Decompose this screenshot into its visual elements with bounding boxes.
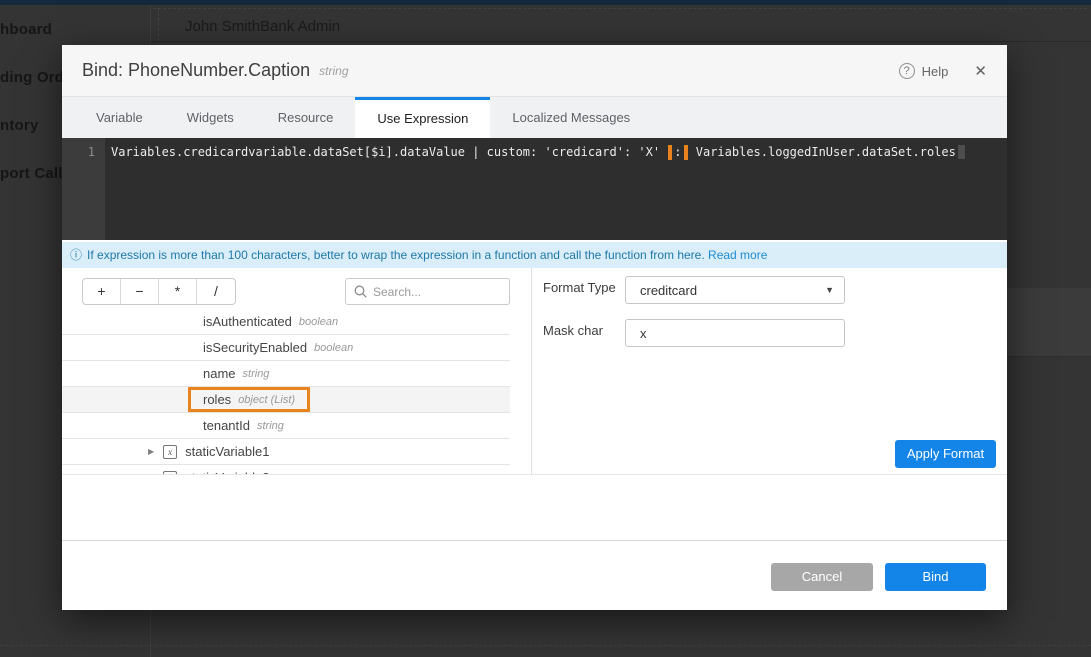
dialog-footer: Cancel Bind — [62, 541, 1007, 610]
app-top-bar — [0, 0, 1091, 5]
apply-format-button[interactable]: Apply Format — [895, 440, 996, 468]
cancel-button[interactable]: Cancel — [771, 563, 873, 591]
multiply-operator-button[interactable]: * — [159, 279, 197, 304]
tab-localized-messages[interactable]: Localized Messages — [490, 97, 652, 138]
panel-divider — [531, 268, 532, 474]
search-icon — [354, 285, 367, 298]
operator-button-group: + − * / — [82, 278, 236, 305]
info-icon: ⓘ — [70, 248, 82, 262]
mask-char-input[interactable]: x — [625, 319, 845, 347]
minus-operator-button[interactable]: − — [121, 279, 159, 304]
tree-item-staticVariable1[interactable]: ▶ x staticVariable1 — [62, 439, 510, 465]
tab-variable[interactable]: Variable — [74, 97, 165, 138]
tree-item-type: string — [257, 420, 284, 432]
tree-item-name[interactable]: name string — [62, 361, 510, 387]
expand-arrow-icon[interactable]: ▶ — [148, 473, 154, 475]
tree-item-staticVariable2[interactable]: ▶ x staticVariable2 — [62, 465, 510, 475]
static-variable-icon: x — [163, 445, 177, 459]
tree-item-isAuthenticated[interactable]: isAuthenticated boolean — [62, 309, 510, 335]
plus-operator-button[interactable]: + — [83, 279, 121, 304]
bind-dialog: Bind: PhoneNumber.Caption string ? Help … — [62, 45, 1007, 610]
tree-item-name: isSecurityEnabled — [203, 340, 307, 355]
header-row-divider — [151, 41, 1091, 42]
divide-operator-button[interactable]: / — [197, 279, 235, 304]
tree-item-name: isAuthenticated — [203, 314, 292, 329]
dialog-tabs: Variable Widgets Resource Use Expression… — [62, 97, 1007, 138]
dialog-title-type: string — [319, 64, 348, 78]
mask-char-value: x — [640, 326, 647, 341]
tree-item-name: roles — [203, 392, 231, 407]
sidebar-item-dashboard[interactable]: hboard — [0, 21, 52, 38]
tree-item-tenantId[interactable]: tenantId string — [62, 413, 510, 439]
dialog-content: + − * / Search... isAuthenticated boolea… — [62, 268, 1007, 475]
format-type-label: Format Type — [543, 280, 616, 295]
expand-arrow-icon[interactable]: ▶ — [148, 447, 154, 456]
dialog-title: Bind: PhoneNumber.Caption — [82, 60, 310, 81]
tree-item-name: tenantId — [203, 418, 250, 433]
close-icon[interactable]: ✕ — [974, 62, 987, 80]
tree-item-name: staticVariable1 — [185, 444, 269, 459]
sidebar-item-support-calls[interactable]: port Calls — [0, 165, 71, 182]
mask-char-label: Mask char — [543, 323, 603, 338]
static-variable-icon: x — [163, 471, 177, 476]
format-type-value: creditcard — [640, 283, 697, 298]
expression-editor[interactable]: 1 Variables.credicardvariable.dataSet[$i… — [62, 138, 1007, 240]
tree-item-name: name — [203, 366, 236, 381]
canvas-dashed-border — [0, 645, 1091, 646]
expression-info-bar: ⓘ If expression is more than 100 characte… — [62, 242, 1007, 268]
tree-item-type: boolean — [314, 342, 353, 354]
editor-line-number: 1 — [62, 145, 95, 159]
tree-item-name: staticVariable2 — [185, 470, 269, 475]
tab-resource[interactable]: Resource — [256, 97, 356, 138]
bind-button[interactable]: Bind — [885, 563, 986, 591]
variable-tree: isAuthenticated boolean isSecurityEnable… — [62, 309, 510, 475]
chevron-down-icon: ▼ — [825, 285, 834, 295]
format-type-select[interactable]: creditcard ▼ — [625, 276, 845, 304]
tab-widgets[interactable]: Widgets — [165, 97, 256, 138]
dialog-lower-strip — [62, 475, 1007, 541]
help-icon[interactable]: ? — [899, 63, 915, 79]
canvas-dashed-border — [153, 8, 1087, 9]
info-text: If expression is more than 100 character… — [87, 248, 705, 262]
tree-item-type: object (List) — [238, 394, 295, 406]
read-more-link[interactable]: Read more — [708, 248, 767, 262]
sidebar-item-inventory[interactable]: ntory — [0, 117, 39, 134]
text-cursor — [958, 145, 965, 159]
tab-use-expression[interactable]: Use Expression — [355, 97, 490, 138]
tree-item-type: string — [243, 368, 270, 380]
expression-code[interactable]: Variables.credicardvariable.dataSet[$i].… — [111, 145, 1003, 160]
roles-highlight-box: roles object (List) — [188, 387, 310, 412]
tree-item-roles[interactable]: roles object (List) — [62, 387, 510, 413]
logged-in-user-label: John SmithBank Admin — [185, 18, 340, 35]
code-after: Variables.loggedInUser.dataSet.roles — [689, 145, 956, 159]
tree-item-isSecurityEnabled[interactable]: isSecurityEnabled boolean — [62, 335, 510, 361]
code-before: Variables.credicardvariable.dataSet[$i].… — [111, 145, 667, 159]
tree-item-type: boolean — [299, 316, 338, 328]
dialog-header: Bind: PhoneNumber.Caption string ? Help … — [62, 45, 1007, 97]
highlighted-colon: : — [668, 145, 687, 160]
help-label[interactable]: Help — [922, 64, 949, 79]
search-input[interactable]: Search... — [345, 278, 510, 305]
search-placeholder: Search... — [373, 285, 421, 299]
